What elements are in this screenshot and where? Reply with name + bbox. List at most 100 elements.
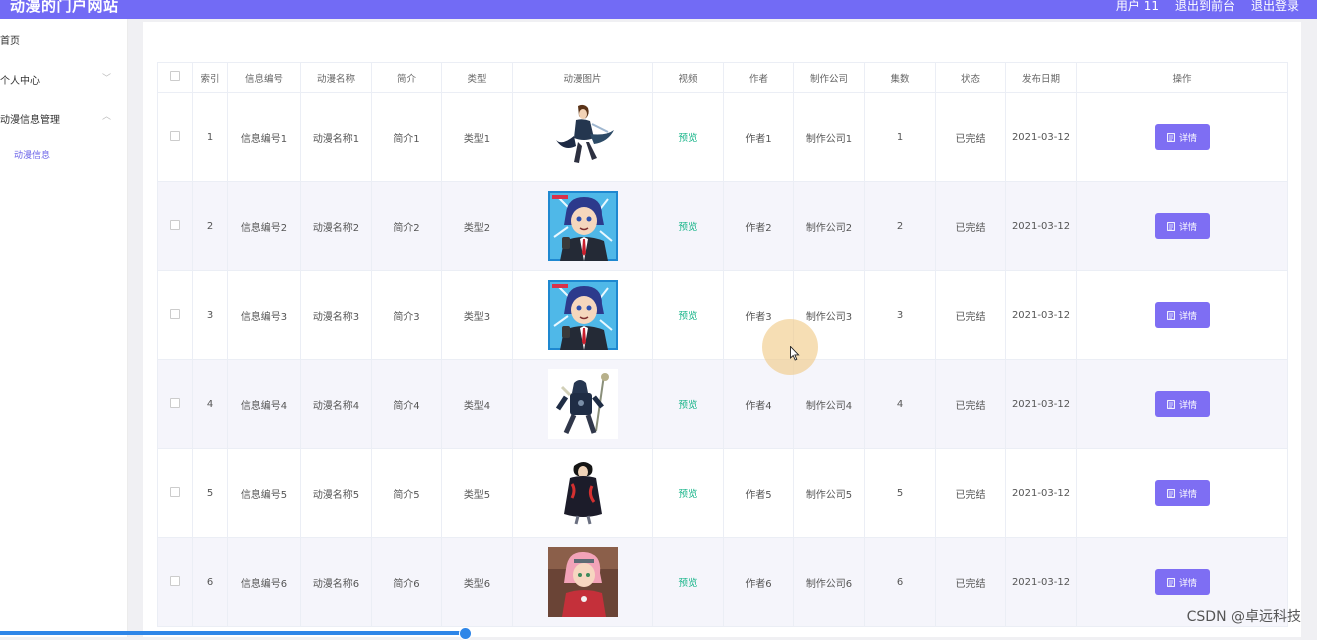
cell-type: 类型1: [441, 92, 513, 182]
cell-name: 动漫名称2: [300, 181, 372, 271]
col-header-type[interactable]: 类型: [441, 62, 513, 93]
current-user[interactable]: 用户 11: [1116, 0, 1159, 15]
cell-author: 作者6: [723, 537, 794, 627]
sidebar-item-home[interactable]: 首页: [0, 32, 20, 47]
anime-image[interactable]: [548, 102, 618, 172]
cell-type: 类型4: [441, 359, 513, 449]
col-header-index[interactable]: 索引: [192, 62, 228, 93]
cell-type: 类型3: [441, 270, 513, 360]
col-header-date[interactable]: 发布日期: [1005, 62, 1077, 93]
col-header-name[interactable]: 动漫名称: [300, 62, 372, 93]
video-preview-link[interactable]: 预览: [678, 311, 697, 322]
detail-button-label: 详情: [1178, 133, 1197, 144]
cell-type: 类型5: [441, 448, 513, 538]
cell-code: 信息编号4: [227, 359, 301, 449]
cell-intro: 简介2: [371, 181, 442, 271]
cell-company: 制作公司4: [793, 359, 865, 449]
cell-company: 制作公司5: [793, 448, 865, 538]
document-icon: [1167, 399, 1175, 409]
cell-code: 信息编号5: [227, 448, 301, 538]
row-checkbox[interactable]: [170, 575, 180, 586]
row-checkbox[interactable]: [170, 130, 180, 141]
row-select-cell: [157, 448, 193, 538]
col-header-company[interactable]: 制作公司: [793, 62, 865, 93]
sidebar-item-info-mgmt[interactable]: 动漫信息管理 ︿: [0, 111, 127, 126]
select-all-checkbox[interactable]: [170, 71, 180, 81]
cell-actions: 详情: [1076, 92, 1288, 182]
detail-button-label: 详情: [1178, 578, 1197, 589]
row-checkbox[interactable]: [170, 486, 180, 497]
col-header-video: 视频: [652, 62, 724, 93]
detail-button[interactable]: 详情: [1154, 302, 1210, 328]
video-preview-link[interactable]: 预览: [678, 133, 697, 144]
table-row: 6 信息编号6 动漫名称6 简介6 类型6 预览 作者6 制作公司6 6 已完结 2021-03-1…: [157, 537, 1288, 627]
video-preview-link[interactable]: 预览: [678, 489, 697, 500]
row-checkbox[interactable]: [170, 308, 180, 319]
detail-button[interactable]: 详情: [1154, 124, 1210, 150]
back-to-front-link[interactable]: 退出到前台: [1175, 0, 1235, 15]
sidebar-subitem-anime-info[interactable]: 动漫信息: [14, 148, 50, 161]
detail-button-label: 详情: [1178, 222, 1197, 233]
cell-index: 4: [192, 359, 228, 449]
cell-actions: 详情: [1076, 359, 1288, 449]
col-header-intro[interactable]: 简介: [371, 62, 442, 93]
anime-info-table: 索引 信息编号 动漫名称 简介 类型 动漫图片 视频 作者 制作公司 集数 状态…: [157, 62, 1288, 627]
cell-company: 制作公司1: [793, 92, 865, 182]
select-all-cell: [157, 62, 193, 93]
table-header-row: 索引 信息编号 动漫名称 简介 类型 动漫图片 视频 作者 制作公司 集数 状态…: [157, 62, 1288, 93]
cell-video: 预览: [652, 537, 724, 627]
cell-intro: 简介5: [371, 448, 442, 538]
anime-image[interactable]: [548, 458, 618, 528]
anime-image[interactable]: [548, 369, 618, 439]
col-header-code[interactable]: 信息编号: [227, 62, 301, 93]
video-preview-link[interactable]: 预览: [678, 578, 697, 589]
cell-author: 作者1: [723, 92, 794, 182]
cell-image: [512, 92, 653, 182]
progress-handle[interactable]: [459, 627, 472, 640]
anime-image[interactable]: [548, 547, 618, 617]
sidebar-menu: 首页 个人中心 ﹀ 动漫信息管理 ︿ 动漫信息: [0, 19, 128, 637]
document-icon: [1167, 310, 1175, 320]
col-header-episodes[interactable]: 集数: [864, 62, 936, 93]
col-header-actions: 操作: [1076, 62, 1288, 93]
col-header-status[interactable]: 状态: [935, 62, 1006, 93]
document-icon: [1167, 488, 1175, 498]
logout-link[interactable]: 退出登录: [1251, 0, 1299, 15]
cell-index: 5: [192, 448, 228, 538]
sidebar-item-label: 个人中心: [0, 76, 40, 87]
row-select-cell: [157, 181, 193, 271]
cell-episodes: 4: [864, 359, 936, 449]
anime-image[interactable]: [548, 280, 618, 350]
col-header-author[interactable]: 作者: [723, 62, 794, 93]
cell-intro: 简介1: [371, 92, 442, 182]
col-header-image: 动漫图片: [512, 62, 653, 93]
detail-button[interactable]: 详情: [1154, 569, 1210, 595]
cell-video: 预览: [652, 448, 724, 538]
cell-date: 2021-03-12: [1005, 537, 1077, 627]
progress-bar: [0, 631, 466, 635]
row-checkbox[interactable]: [170, 219, 180, 230]
cell-author: 作者2: [723, 181, 794, 271]
cell-video: 预览: [652, 181, 724, 271]
cell-status: 已完结: [935, 448, 1006, 538]
anime-image[interactable]: [548, 191, 618, 261]
cell-date: 2021-03-12: [1005, 270, 1077, 360]
video-preview-link[interactable]: 预览: [678, 400, 697, 411]
chevron-down-icon: ﹀: [101, 74, 111, 84]
table-row: 1 信息编号1 动漫名称1 简介1 类型1 预览 作者1 制作公司1 1 已完结 2021-03-1…: [157, 92, 1288, 182]
cell-name: 动漫名称3: [300, 270, 372, 360]
chevron-up-icon: ︿: [101, 112, 111, 122]
cell-episodes: 5: [864, 448, 936, 538]
cell-episodes: 3: [864, 270, 936, 360]
detail-button[interactable]: 详情: [1154, 213, 1210, 239]
cell-company: 制作公司6: [793, 537, 865, 627]
cell-index: 3: [192, 270, 228, 360]
detail-button[interactable]: 详情: [1154, 480, 1210, 506]
sidebar-item-personal[interactable]: 个人中心 ﹀: [0, 72, 127, 87]
cell-index: 6: [192, 537, 228, 627]
row-checkbox[interactable]: [170, 397, 180, 408]
cell-name: 动漫名称4: [300, 359, 372, 449]
video-preview-link[interactable]: 预览: [678, 222, 697, 233]
detail-button[interactable]: 详情: [1154, 391, 1210, 417]
cell-name: 动漫名称1: [300, 92, 372, 182]
